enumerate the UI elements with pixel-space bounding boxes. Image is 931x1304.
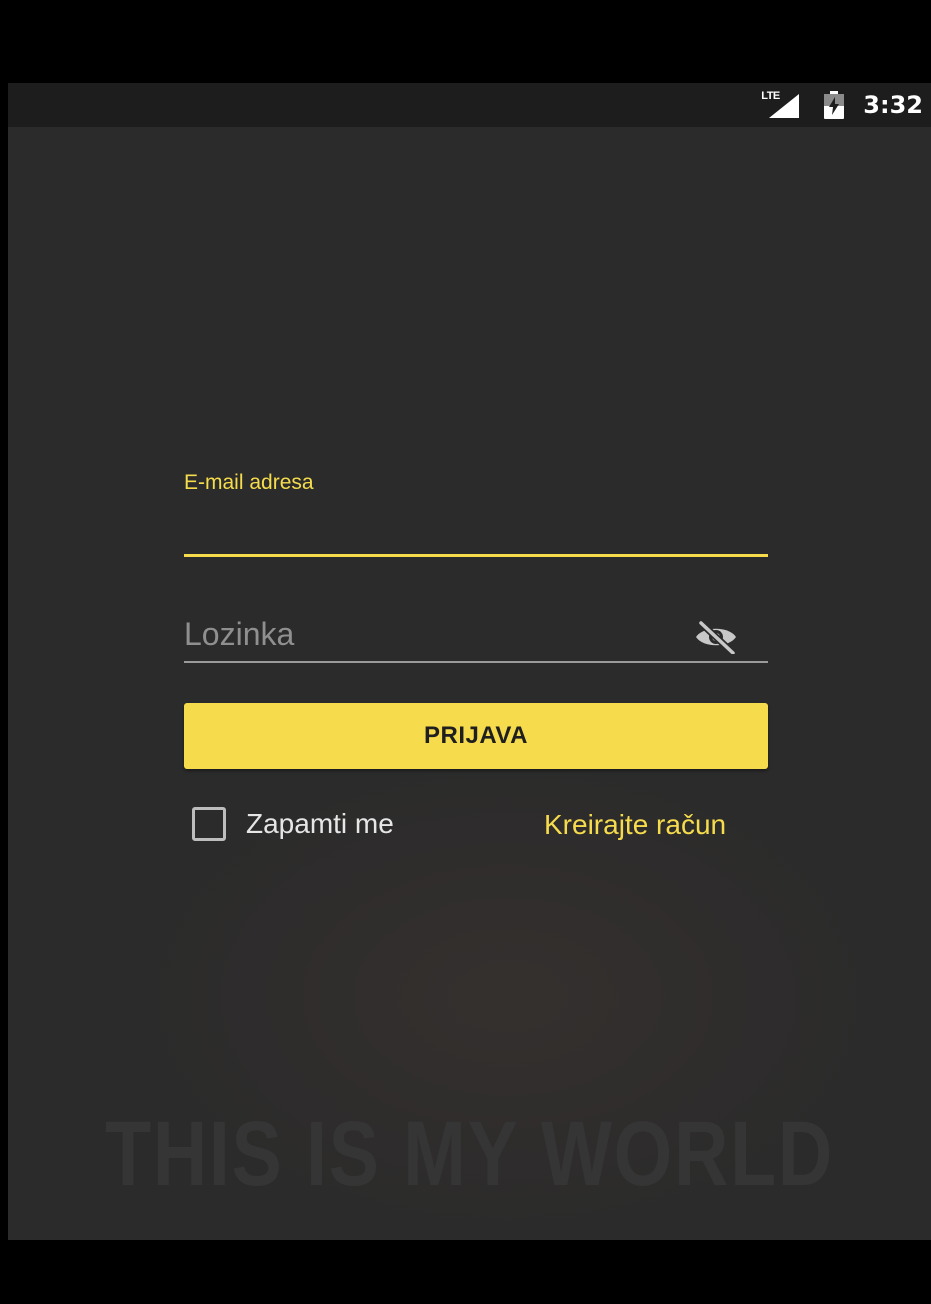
email-field[interactable] [184, 501, 768, 557]
checkbox-box[interactable] [192, 807, 226, 841]
login-screen: THIS IS MY WORLD E-mail adresa PRIJAVA Z… [8, 127, 931, 1240]
create-account-link[interactable]: Kreirajte račun [544, 809, 726, 841]
eye-off-icon [696, 620, 737, 654]
password-visibility-toggle[interactable] [686, 617, 746, 657]
clock: 3:32 [863, 91, 923, 119]
navigation-bar [8, 1240, 931, 1304]
email-field-label: E-mail adresa [184, 471, 314, 494]
remember-me-checkbox[interactable]: Zapamti me [192, 807, 394, 841]
background-watermark: THIS IS MY WORLD [105, 1103, 834, 1205]
password-field[interactable] [184, 607, 768, 663]
battery-charging-icon [823, 91, 845, 119]
remember-me-label: Zapamti me [246, 808, 394, 839]
status-bar: LTE 3:32 [8, 83, 931, 127]
login-button[interactable]: PRIJAVA [184, 703, 768, 769]
signal-icon: LTE [761, 90, 805, 120]
status-indicators: LTE 3:32 [761, 83, 923, 127]
signal-bars-icon [769, 94, 800, 118]
